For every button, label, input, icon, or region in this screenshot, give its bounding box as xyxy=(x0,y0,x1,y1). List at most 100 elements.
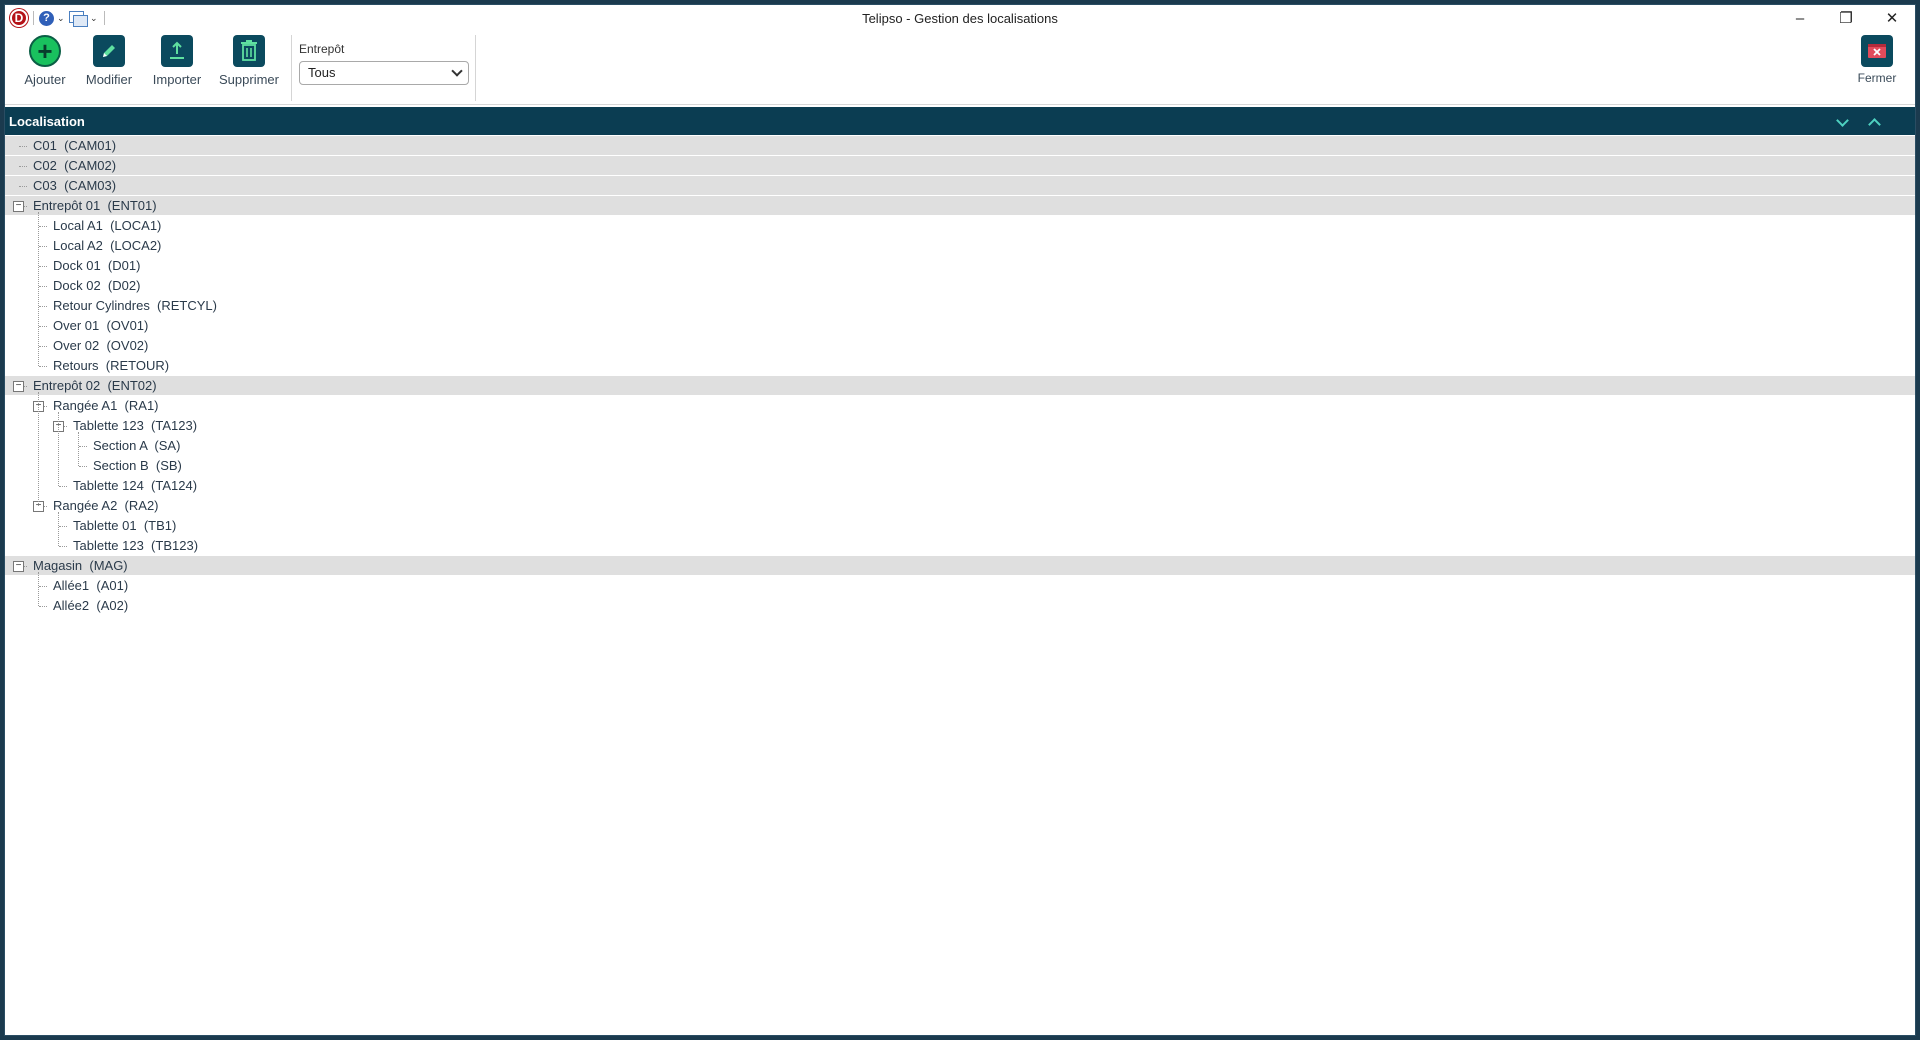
title-bar: D ? ⌄ ⌄ Telipso - Gestion des localisati… xyxy=(5,5,1915,31)
tree-connector xyxy=(39,326,47,327)
tree-row[interactable]: Section A (SA) xyxy=(5,436,1915,456)
tree-item-label: Tablette 123 (TA123) xyxy=(73,418,198,433)
tree-item-label: Section A (SA) xyxy=(93,438,181,453)
collapse-all-icon[interactable] xyxy=(1868,118,1881,131)
restore-button[interactable]: ❐ xyxy=(1823,5,1869,31)
close-window-button[interactable]: ✕ xyxy=(1869,5,1915,31)
tree-connector xyxy=(59,546,67,547)
tree-guide-line xyxy=(38,572,39,606)
tree-group-row[interactable]: − Entrepôt 02 (ENT02) xyxy=(5,376,1915,396)
expand-all-icon[interactable] xyxy=(1836,114,1849,127)
collapse-toggle-icon[interactable]: − xyxy=(13,381,24,392)
collapse-toggle-icon[interactable]: − xyxy=(13,201,24,212)
tree-connector xyxy=(39,286,47,287)
tree-row[interactable]: Local A1 (LOCA1) xyxy=(5,216,1915,236)
tree-row[interactable]: Over 02 (OV02) xyxy=(5,336,1915,356)
app-window: D ? ⌄ ⌄ Telipso - Gestion des localisati… xyxy=(4,4,1916,1036)
tree-row[interactable]: Over 01 (OV01) xyxy=(5,316,1915,336)
tree-row[interactable]: − Rangée A1 (RA1) xyxy=(5,396,1915,416)
tree-row[interactable]: Retours (RETOUR) xyxy=(5,356,1915,376)
pencil-icon xyxy=(93,35,125,67)
tree-connector xyxy=(39,586,47,587)
tree-guide-line xyxy=(38,212,39,366)
tree-item-label: Entrepôt 01 (ENT01) xyxy=(33,198,157,213)
tree-item-label: Rangée A1 (RA1) xyxy=(53,398,159,413)
close-form-icon xyxy=(1861,35,1893,67)
tree-item-label: Tablette 124 (TA124) xyxy=(73,478,198,493)
tree-row[interactable]: − Rangée A2 (RA2) xyxy=(5,496,1915,516)
tree-row[interactable]: Section B (SB) xyxy=(5,456,1915,476)
upload-icon xyxy=(161,35,193,67)
localisation-tree: C01 (CAM01) C02 (CAM02) C03 (CAM03) − Entrep… xyxy=(5,136,1915,616)
tree-item-label: Local A2 (LOCA2) xyxy=(53,238,162,253)
tree-item-label: Entrepôt 02 (ENT02) xyxy=(33,378,157,393)
tree-guide-line xyxy=(38,392,39,506)
tree-group-row[interactable]: − Magasin (MAG) xyxy=(5,556,1915,576)
tree-connector xyxy=(19,186,27,187)
tree-row[interactable]: Dock 01 (D01) xyxy=(5,256,1915,276)
tree-connector xyxy=(39,606,47,607)
tree-item-label: Over 01 (OV01) xyxy=(53,318,149,333)
window-title: Telipso - Gestion des localisations xyxy=(862,11,1058,26)
ribbon-separator xyxy=(291,35,292,101)
trash-icon xyxy=(233,35,265,67)
tree-item-label: Retours (RETOUR) xyxy=(53,358,170,373)
tree-connector xyxy=(39,366,47,367)
tree-group-row[interactable]: C02 (CAM02) xyxy=(5,156,1915,176)
tree-row[interactable]: Dock 02 (D02) xyxy=(5,276,1915,296)
tree-item-label: C01 (CAM01) xyxy=(33,138,117,153)
localisation-header: Localisation xyxy=(5,107,1915,135)
tree-item-label: Rangée A2 (RA2) xyxy=(53,498,159,513)
tree-item-label: Tablette 01 (TB1) xyxy=(73,518,177,533)
tree-row[interactable]: Allée1 (A01) xyxy=(5,576,1915,596)
tree-connector xyxy=(59,526,67,527)
import-button-label: Importer xyxy=(152,72,202,87)
fermer-button-label: Fermer xyxy=(1857,71,1897,85)
add-button-label: Ajouter xyxy=(24,72,66,87)
fermer-button[interactable]: Fermer xyxy=(1847,35,1907,85)
tree-guide-line xyxy=(78,432,79,466)
ribbon-toolbar: + Ajouter Modifier Importer Supprimer En… xyxy=(5,31,1915,105)
tree-row[interactable]: Retour Cylindres (RETCYL) xyxy=(5,296,1915,316)
tree-group-row[interactable]: C03 (CAM03) xyxy=(5,176,1915,196)
tree-connector xyxy=(19,166,27,167)
ribbon-separator xyxy=(475,35,476,101)
tree-group-row[interactable]: C01 (CAM01) xyxy=(5,136,1915,156)
section-title: Localisation xyxy=(9,114,85,129)
tree-item-label: Section B (SB) xyxy=(93,458,182,473)
tree-item-label: Over 02 (OV02) xyxy=(53,338,149,353)
entrepot-select-value: Tous xyxy=(308,65,336,80)
tree-row[interactable]: Allée2 (A02) xyxy=(5,596,1915,616)
entrepot-filter-label: Entrepôt xyxy=(299,42,345,56)
tree-connector xyxy=(79,466,87,467)
window-controls: – ❐ ✕ xyxy=(1777,5,1915,31)
tree-item-label: Allée1 (A01) xyxy=(53,578,129,593)
entrepot-select[interactable]: Tous xyxy=(299,61,469,85)
add-button[interactable]: + Ajouter xyxy=(10,35,80,87)
tree-connector xyxy=(79,446,87,447)
tree-row[interactable]: Tablette 123 (TB123) xyxy=(5,536,1915,556)
collapse-toggle-icon[interactable]: − xyxy=(13,561,24,572)
tree-item-label: Tablette 123 (TB123) xyxy=(73,538,199,553)
tree-item-label: Magasin (MAG) xyxy=(33,558,128,573)
tree-connector xyxy=(19,146,27,147)
tree-row[interactable]: Tablette 124 (TA124) xyxy=(5,476,1915,496)
tree-item-label: Retour Cylindres (RETCYL) xyxy=(53,298,217,313)
import-button[interactable]: Importer xyxy=(142,35,212,87)
tree-group-row[interactable]: − Entrepôt 01 (ENT01) xyxy=(5,196,1915,216)
tree-guide-line xyxy=(58,412,59,486)
tree-guide-line xyxy=(58,512,59,546)
minimize-button[interactable]: – xyxy=(1777,5,1823,31)
tree-item-label: Dock 02 (D02) xyxy=(53,278,141,293)
plus-icon: + xyxy=(29,35,61,67)
delete-button[interactable]: Supprimer xyxy=(214,35,284,87)
tree-row[interactable]: Local A2 (LOCA2) xyxy=(5,236,1915,256)
tree-row[interactable]: Tablette 01 (TB1) xyxy=(5,516,1915,536)
tree-item-label: Local A1 (LOCA1) xyxy=(53,218,162,233)
tree-connector xyxy=(39,266,47,267)
edit-button[interactable]: Modifier xyxy=(74,35,144,87)
tree-row[interactable]: − Tablette 123 (TA123) xyxy=(5,416,1915,436)
tree-item-label: Allée2 (A02) xyxy=(53,598,129,613)
tree-connector xyxy=(59,486,67,487)
chevron-down-icon xyxy=(451,65,463,77)
